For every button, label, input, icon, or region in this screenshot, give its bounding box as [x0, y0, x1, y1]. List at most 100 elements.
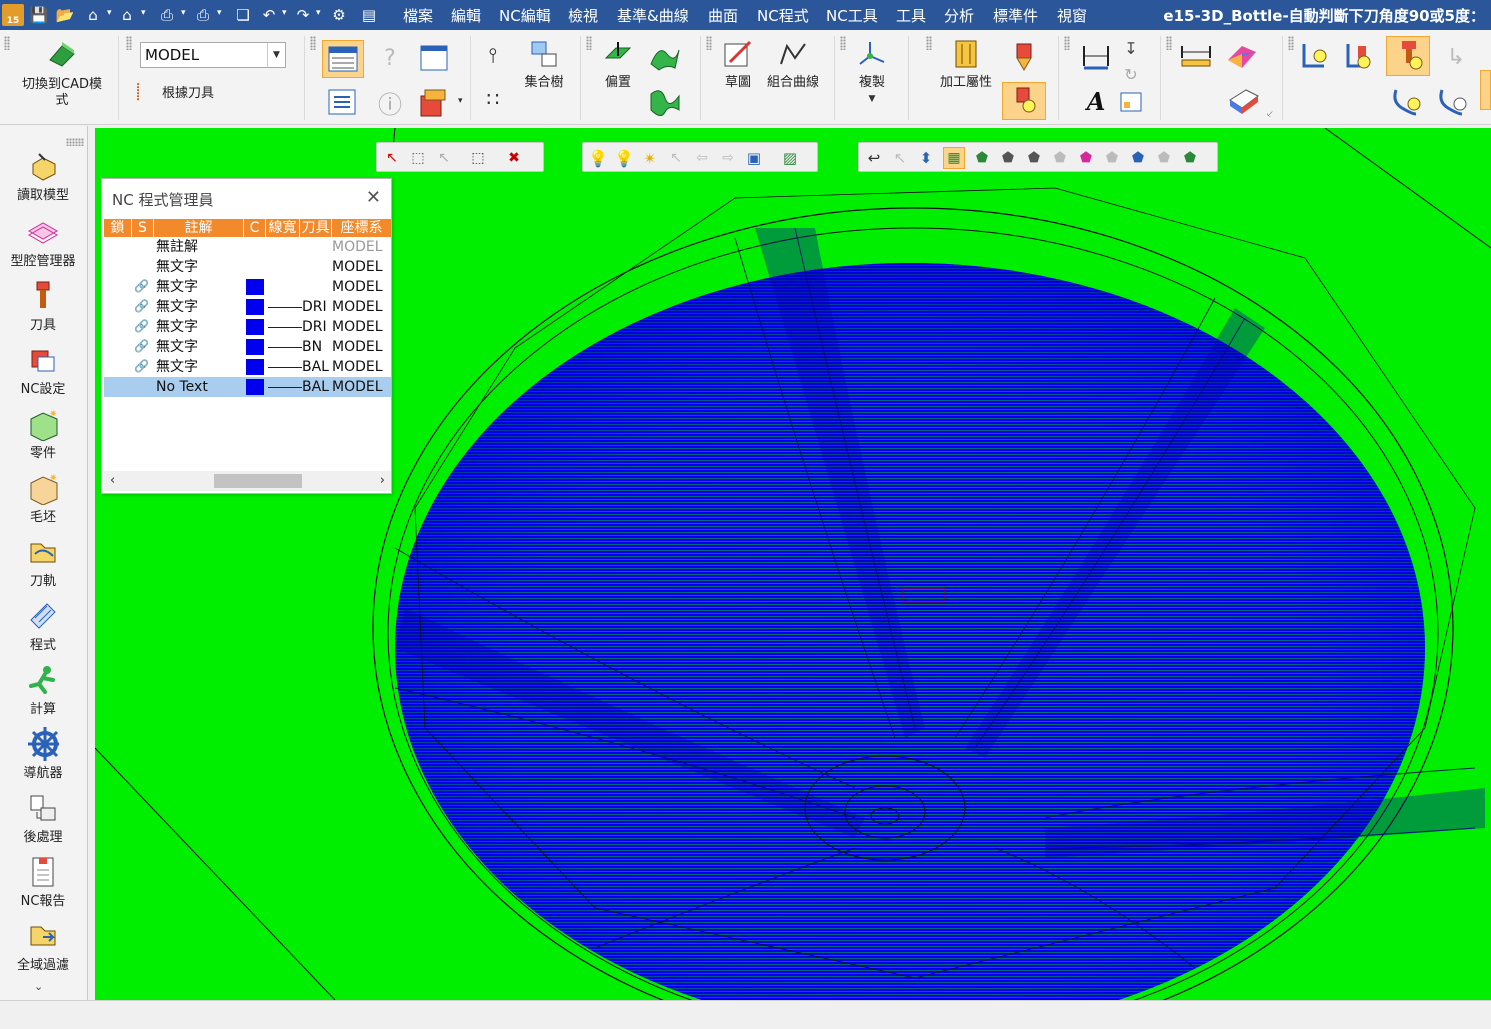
grip-handle[interactable]: [840, 36, 846, 50]
import-icon[interactable]: ⌂: [82, 4, 104, 26]
path-shape-2-icon[interactable]: ⬟: [1023, 147, 1045, 169]
col-tool[interactable]: 刀具: [300, 219, 332, 237]
color-swatch[interactable]: [246, 319, 264, 335]
info-icon[interactable]: ⓘ: [374, 86, 406, 119]
horizontal-scrollbar[interactable]: ‹ ›: [104, 471, 391, 491]
chevron-down-icon[interactable]: ▾: [107, 8, 112, 18]
chevron-down-icon[interactable]: ▾: [141, 8, 146, 18]
ribbon-overflow-button[interactable]: [1480, 70, 1491, 110]
dimension-icon[interactable]: [1078, 40, 1114, 72]
sidebar-item-read-model[interactable]: 讀取模型: [0, 150, 86, 203]
scroll-left-icon[interactable]: ‹: [110, 473, 115, 488]
app-logo-icon[interactable]: 15: [2, 4, 24, 26]
path-shape-8-icon[interactable]: ⬟: [1179, 147, 1201, 169]
menu-nc-program[interactable]: NC程式: [757, 5, 809, 26]
save-icon[interactable]: 💾: [28, 4, 50, 26]
lights-icon[interactable]: ✴: [639, 147, 661, 169]
menu-file[interactable]: 檔案: [403, 5, 433, 26]
close-icon[interactable]: ✕: [366, 187, 381, 208]
nc-table-row[interactable]: 無文字 MODEL: [104, 257, 391, 277]
sidebar-item-navigator[interactable]: 導航器: [0, 727, 86, 781]
path-shape-4-icon[interactable]: ⬟: [1075, 147, 1097, 169]
chevron-down-icon[interactable]: ▾: [217, 8, 222, 18]
light-on-icon[interactable]: 💡: [613, 147, 635, 169]
grip-handle[interactable]: [1064, 36, 1070, 50]
menu-nc-edit[interactable]: NC編輯: [499, 5, 551, 26]
window-layout-icon[interactable]: ▤: [358, 4, 380, 26]
light-off-icon[interactable]: 💡: [587, 147, 609, 169]
sidebar-item-post-process[interactable]: 後處理: [0, 792, 86, 845]
sidebar-item-program[interactable]: 程式: [0, 600, 86, 653]
col-line-width[interactable]: 線寬: [266, 219, 300, 237]
window-icon[interactable]: [418, 42, 450, 74]
export-icon[interactable]: ⌂: [116, 4, 138, 26]
path-display-icon[interactable]: ⬍: [915, 147, 937, 169]
path-filter-icon[interactable]: ⬟: [971, 147, 993, 169]
menu-nc-tools[interactable]: NC工具: [826, 5, 878, 26]
box-select-icon[interactable]: ⬚: [407, 147, 429, 169]
path-check-2-icon[interactable]: [1434, 84, 1472, 120]
collection-tree-button[interactable]: 集合樹: [520, 38, 568, 92]
offset-button[interactable]: 偏置: [596, 38, 640, 92]
chevron-down-icon[interactable]: ▾: [181, 8, 186, 18]
sketch-button[interactable]: 草圖: [716, 38, 760, 92]
sidebar-item-tool[interactable]: 刀具: [0, 280, 86, 333]
tool-probe-2-icon[interactable]: [1340, 38, 1376, 76]
path-check-icon[interactable]: [1388, 84, 1426, 120]
list-icon[interactable]: [326, 86, 358, 118]
sidebar-item-nc-setup[interactable]: NC設定: [0, 344, 86, 397]
path-shape-icon[interactable]: ⬟: [997, 147, 1019, 169]
text-annotation-icon[interactable]: A: [1082, 86, 1110, 116]
window-select-icon[interactable]: ⬚: [467, 147, 489, 169]
nc-table-row[interactable]: 🔗 無文字 MODEL: [104, 277, 391, 297]
col-note[interactable]: 註解: [154, 219, 244, 237]
color-swatch[interactable]: [246, 299, 264, 315]
next-view-icon[interactable]: ⇨: [717, 147, 739, 169]
copy-window-icon[interactable]: ❏: [232, 4, 254, 26]
chevron-down-icon[interactable]: ▼: [267, 43, 285, 67]
render-mode-icon[interactable]: ▨: [779, 147, 801, 169]
menu-view[interactable]: 檢視: [568, 5, 598, 26]
path-shape-3-icon[interactable]: ⬟: [1049, 147, 1071, 169]
switch-to-cad-button[interactable]: 切換到CAD模 式: [14, 38, 110, 110]
grip-handle[interactable]: [126, 36, 132, 50]
grip-handle[interactable]: [586, 36, 592, 50]
prev-view-icon[interactable]: ⇦: [691, 147, 713, 169]
grip-handle[interactable]: [310, 36, 316, 50]
menu-surface[interactable]: 曲面: [708, 5, 738, 26]
nc-table-icon[interactable]: [322, 40, 364, 78]
deselect-icon[interactable]: ↖: [381, 147, 403, 169]
menu-window[interactable]: 視窗: [1057, 5, 1087, 26]
color-swatch[interactable]: [246, 359, 264, 375]
col-color[interactable]: C: [244, 219, 266, 237]
sidebar-item-part[interactable]: ✷ 零件: [0, 408, 86, 461]
col-lock[interactable]: 鎖: [104, 219, 132, 237]
path-pointer-icon[interactable]: ↖: [889, 147, 911, 169]
color-swatch[interactable]: [246, 279, 264, 295]
return-icon[interactable]: ↩: [863, 147, 885, 169]
surface-icon[interactable]: [646, 40, 682, 74]
print-icon[interactable]: ⎙: [156, 4, 178, 26]
pick-icon[interactable]: ↖: [433, 147, 455, 169]
sidebar-item-stock[interactable]: ✷ 毛坯: [0, 472, 86, 525]
grip-handle[interactable]: [926, 36, 932, 50]
machining-attributes-button[interactable]: 加工屬性: [936, 38, 996, 92]
color-swatch[interactable]: [246, 339, 264, 355]
sidebar-item-global-filter[interactable]: 全域過濾: [0, 920, 86, 973]
col-coordinate-system[interactable]: 座標系: [332, 219, 391, 237]
vertical-dimension-icon[interactable]: ↧: [1118, 36, 1144, 60]
open-folder-icon[interactable]: 📂: [54, 4, 76, 26]
grip-handle[interactable]: [706, 36, 712, 50]
scrollbar-thumb[interactable]: [214, 474, 302, 488]
hierarchy-icon[interactable]: ⫯: [478, 40, 508, 70]
sidebar-item-toolpath[interactable]: 刀軌: [0, 536, 86, 589]
tree-icon[interactable]: ∷: [478, 84, 508, 114]
color-map-icon[interactable]: [1222, 38, 1262, 74]
tool-probe-4-icon[interactable]: ↳: [1438, 38, 1474, 76]
col-s[interactable]: S: [132, 219, 154, 237]
menu-datum-curves[interactable]: 基準&曲線: [617, 5, 689, 26]
view-cube-icon[interactable]: ▣: [743, 147, 765, 169]
copy-button[interactable]: 複製 ▼: [848, 38, 896, 104]
by-tool-button[interactable]: ⸽ 根據刀具: [136, 80, 214, 102]
menu-standard-parts[interactable]: 標準件: [993, 5, 1038, 26]
